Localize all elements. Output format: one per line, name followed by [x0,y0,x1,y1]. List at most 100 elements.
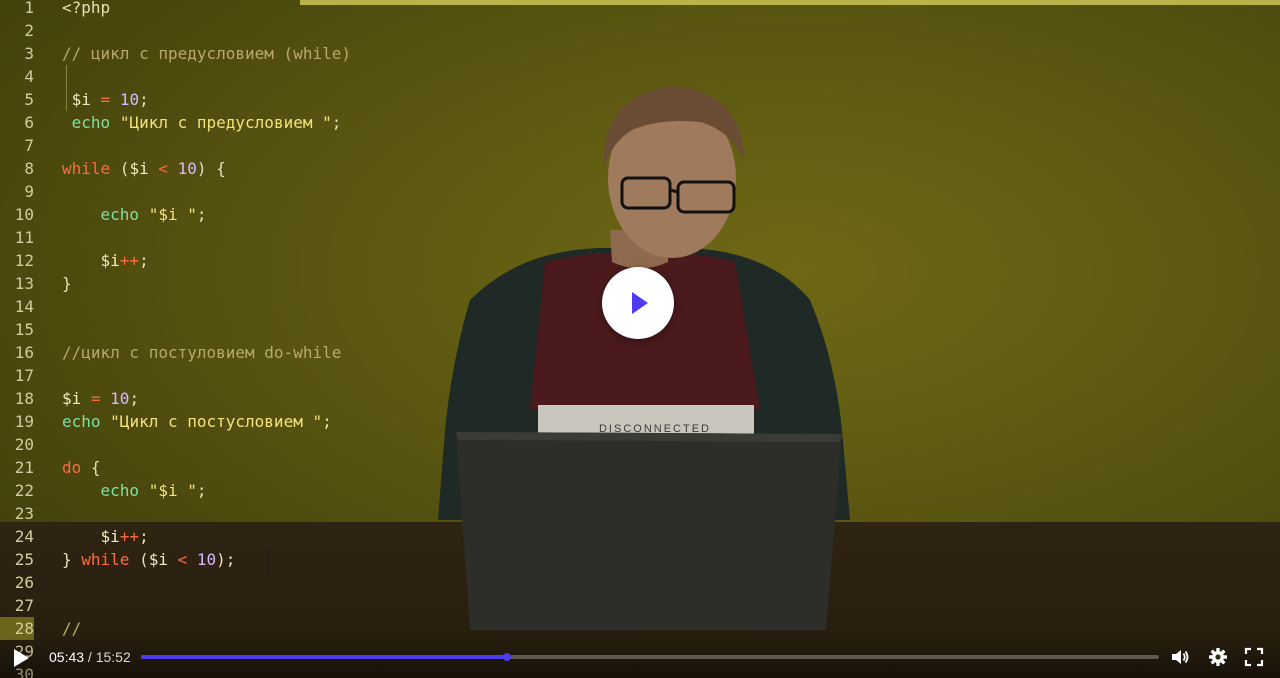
code-token: = [81,389,111,408]
code-token: ++ [119,251,140,270]
progress-fill [141,655,508,659]
code-token: "Цикл с предусловием " [119,113,332,132]
volume-icon[interactable] [1170,647,1190,667]
code-token: // цикл с предусловием (while) [62,44,351,63]
code-token: < [167,550,197,569]
code-line: 16 //цикл с постуловием do-while [0,341,600,364]
code-token: ( [129,550,149,569]
progress-handle[interactable] [503,653,512,661]
code-token: $i [129,159,149,178]
code-line: 3 // цикл с предусловием (while) [0,42,600,65]
code-token: $i [62,251,120,270]
line-number: 4 [24,67,34,86]
big-play-button[interactable] [602,267,674,339]
line-number: 14 [14,297,34,316]
progress-bar[interactable] [141,653,1159,661]
line-number: 1 [24,0,34,17]
line-number: 21 [14,458,34,477]
code-token: 10 [177,159,197,178]
line-number: 15 [14,320,34,339]
code-editor: 1 <?php 2 3// цикл с предусловием (while) 4 5… [0,0,600,678]
code-token: ; [196,205,207,224]
code-line: 26 [0,571,600,594]
code-text: do { [62,456,101,479]
code-text: $i++; [62,525,149,548]
time-separator: / [84,649,96,665]
code-line: 25} while ($i < 10); [0,548,600,571]
line-number: 11 [14,228,34,247]
code-token: echo [62,481,140,500]
code-line: 2 [0,19,600,42]
code-token: ; [139,90,149,109]
code-line: 7 [0,134,600,157]
code-token: ; [139,527,149,546]
code-text: <?php [62,0,110,19]
code-line: 14 [0,295,600,318]
code-text: } [62,272,72,295]
play-icon [632,292,648,314]
code-token: echo [62,205,140,224]
code-token: echo [62,412,101,431]
code-line: 13} [0,272,600,295]
settings-gear-icon[interactable] [1208,647,1228,667]
line-number: 17 [14,366,34,385]
code-line: 6 echo "Цикл с предусловием "; [0,111,600,134]
line-number: 9 [24,182,34,201]
code-token: < [148,159,178,178]
line-number: 27 [14,596,34,615]
code-line: 10 echo "$i "; [0,203,600,226]
code-token: while [81,550,130,569]
play-button[interactable] [10,647,32,669]
code-line: 5 $i = 10; [0,88,600,111]
code-line: 17 [0,364,600,387]
code-line: 19 echo "Цикл с постусловием "; [0,410,600,433]
code-token: $i [62,389,82,408]
indent-guide [66,65,67,111]
code-token: //цикл с постуловием do-while [62,343,342,362]
code-line: 9 [0,180,600,203]
code-token: ; [129,389,140,408]
code-text: } while ($i < 10); [62,548,235,571]
code-line: 11 [0,226,600,249]
code-line: 24 $i++; [0,525,600,548]
code-token: ++ [119,527,140,546]
code-token: } [62,550,82,569]
line-number: 20 [14,435,34,454]
text-cursor-icon [265,550,271,572]
code-line: 1 <?php [0,0,600,19]
line-number: 12 [14,251,34,270]
code-token: 10 [110,389,130,408]
fullscreen-icon[interactable] [1244,647,1264,667]
play-icon [14,649,29,667]
code-token: { [81,458,101,477]
code-line: 27 [0,594,600,617]
code-line: 15 [0,318,600,341]
duration: 15:52 [95,649,131,665]
line-number: 19 [14,412,34,431]
line-number: 23 [14,504,34,523]
code-text: //цикл с постуловием do-while [62,341,341,364]
code-text: $i++; [62,249,149,272]
video-frame[interactable]: DISCONNECTED 1 <?php 2 3// цикл с предуслов… [0,0,1280,678]
code-line: 21 do { [0,456,600,479]
code-line: 12 $i++; [0,249,600,272]
line-number: 2 [24,21,34,40]
code-token: ; [196,481,207,500]
code-text: // цикл с предусловием (while) [62,42,351,65]
code-token: do [62,458,82,477]
code-line: 22 echo "$i "; [0,479,600,502]
line-number: 13 [14,274,34,293]
code-text: echo "$i "; [62,203,207,226]
code-token: ; [322,412,332,431]
code-line: 4 [0,65,600,88]
code-text: echo "Цикл с постусловием "; [62,410,332,433]
current-time: 05:43 [49,649,85,665]
line-number: 8 [24,159,34,178]
line-number: 22 [14,481,34,500]
code-text: $i = 10; [62,88,149,111]
code-token: while [62,159,111,178]
